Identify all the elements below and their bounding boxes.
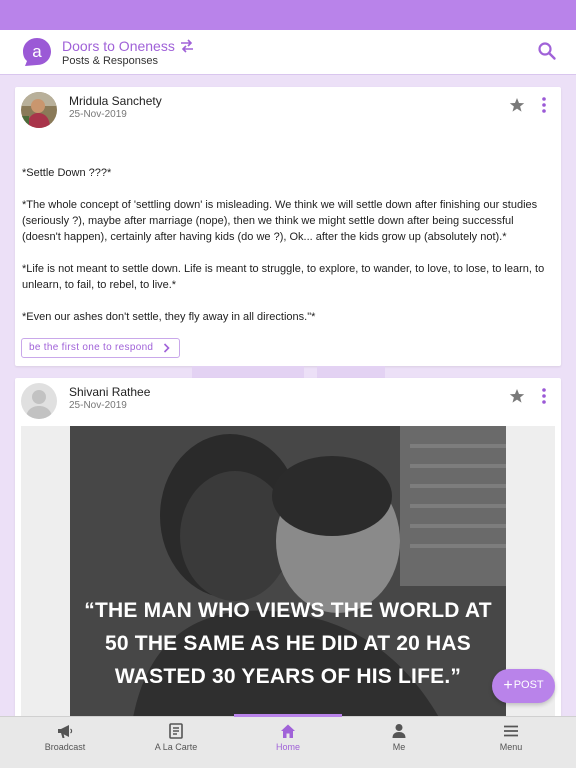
quote-image[interactable]: “THE MAN WHO VIEWS THE WORLD AT 50 THE S… <box>70 426 506 716</box>
app-logo-icon: a <box>23 38 51 66</box>
tab-home[interactable]: Home <box>240 717 336 768</box>
avatar-photo <box>21 92 57 128</box>
status-bar <box>0 0 576 30</box>
avatar-placeholder-icon <box>21 383 57 419</box>
post-card: Mridula Sanchety 25-Nov-2019 *Settle Dow… <box>15 87 561 366</box>
card-divider <box>192 366 304 378</box>
post-date: 25-Nov-2019 <box>69 400 127 411</box>
page-subtitle: Posts & Responses <box>62 55 158 67</box>
post-paragraph: *The whole concept of 'settling down' is… <box>22 199 538 243</box>
feed[interactable]: Mridula Sanchety 25-Nov-2019 *Settle Dow… <box>0 76 576 716</box>
bottom-tab-bar: Broadcast A La Carte Home Me Menu <box>0 714 576 768</box>
tab-me[interactable]: Me <box>351 717 447 768</box>
book-icon <box>169 723 183 739</box>
chevron-right-icon <box>164 343 170 353</box>
avatar[interactable] <box>21 92 57 128</box>
more-options-icon[interactable] <box>541 96 547 114</box>
post-body: *Settle Down ???* *The whole concept of … <box>22 165 554 341</box>
post-date: 25-Nov-2019 <box>69 109 127 120</box>
post-card: Shivani Rathee 25-Nov-2019 “THE MAN WHO … <box>15 378 561 716</box>
tab-label: Menu <box>499 742 523 752</box>
tab-menu[interactable]: Menu <box>463 717 559 768</box>
respond-label: be the first one to respond <box>29 342 154 353</box>
tab-label: Me <box>392 742 406 752</box>
avatar[interactable] <box>21 383 57 419</box>
tab-label: Home <box>275 742 300 752</box>
tab-label: Broadcast <box>44 742 86 752</box>
search-icon[interactable] <box>537 41 557 61</box>
author-name[interactable]: Mridula Sanchety <box>69 94 162 108</box>
respond-button[interactable]: be the first one to respond <box>21 338 181 358</box>
megaphone-icon <box>58 725 73 738</box>
app-header: a Doors to Oneness Posts & Responses <box>0 30 576 75</box>
tab-label: A La Carte <box>154 742 198 752</box>
new-post-button[interactable]: +POST <box>492 669 555 703</box>
plus-icon: + <box>503 677 513 694</box>
hamburger-icon <box>504 725 518 737</box>
star-icon[interactable] <box>509 388 525 404</box>
tab-a-la-carte[interactable]: A La Carte <box>128 717 224 768</box>
star-icon[interactable] <box>509 97 525 113</box>
switch-icon[interactable] <box>179 39 195 53</box>
tab-broadcast[interactable]: Broadcast <box>17 717 113 768</box>
svg-text:a: a <box>32 42 42 61</box>
home-icon <box>281 724 295 738</box>
post-paragraph: *Even our ashes don't settle, they fly a… <box>22 311 316 323</box>
card-divider <box>317 366 385 378</box>
post-image-area[interactable]: “THE MAN WHO VIEWS THE WORLD AT 50 THE S… <box>21 426 555 716</box>
more-options-icon[interactable] <box>541 387 547 405</box>
post-paragraph: *Life is not meant to settle down. Life … <box>22 263 545 291</box>
person-icon <box>392 724 406 738</box>
post-paragraph: *Settle Down ???* <box>22 167 112 179</box>
new-post-label: POST <box>513 679 544 691</box>
quote-text: “THE MAN WHO VIEWS THE WORLD AT 50 THE S… <box>84 599 492 688</box>
page-title[interactable]: Doors to Oneness <box>62 38 175 54</box>
author-name[interactable]: Shivani Rathee <box>69 385 150 399</box>
